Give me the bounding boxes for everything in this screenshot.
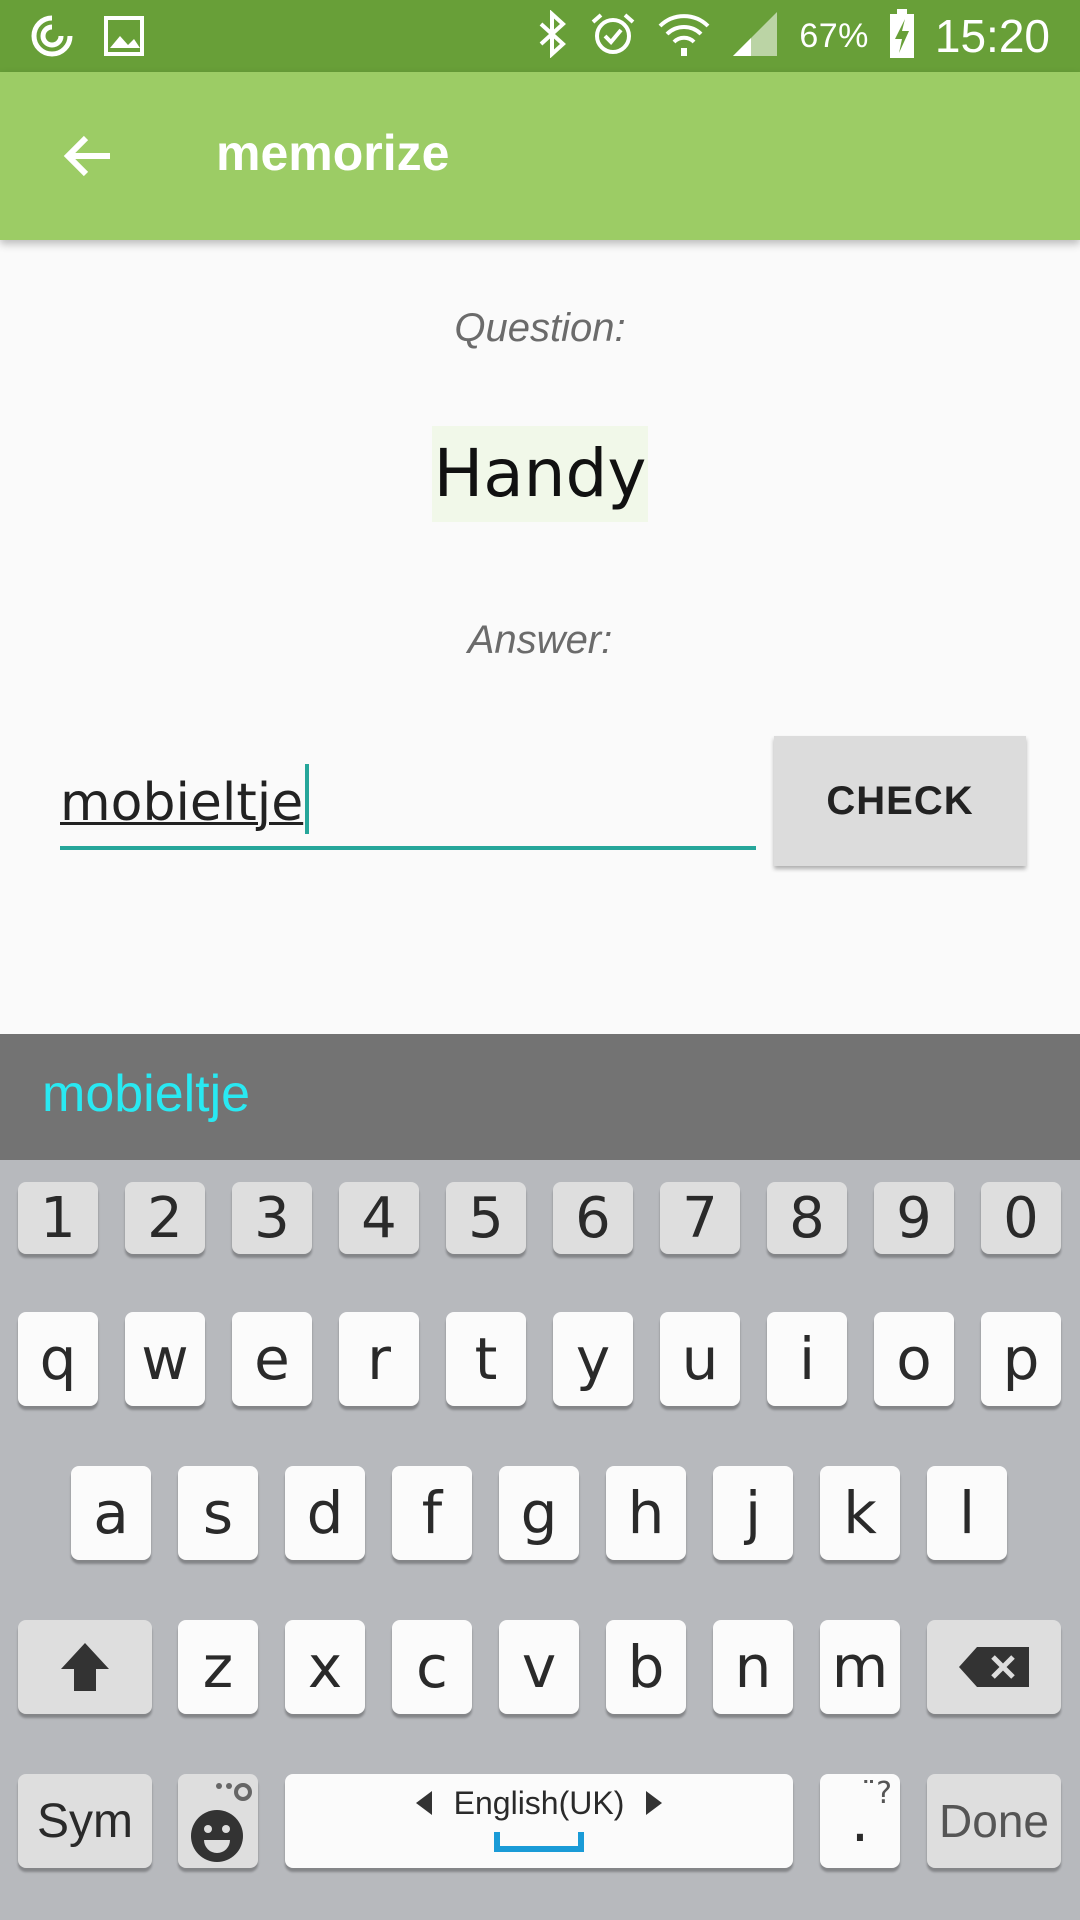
status-bar: 67% 15:20: [0, 0, 1080, 72]
key-s[interactable]: s: [178, 1466, 258, 1560]
back-button[interactable]: [48, 116, 128, 196]
question-text: Handy: [431, 426, 649, 522]
key-o[interactable]: o: [874, 1312, 954, 1406]
key-0[interactable]: 0: [981, 1182, 1061, 1254]
right-arrow-icon: [646, 1791, 663, 1815]
key-j[interactable]: j: [713, 1466, 793, 1560]
key-b[interactable]: b: [606, 1620, 686, 1714]
app-toolbar: memorize: [0, 72, 1080, 240]
backspace-key[interactable]: [927, 1620, 1061, 1714]
suggestion-bar: mobieltje: [0, 1034, 1080, 1160]
language-label: English(UK): [453, 1784, 625, 1821]
key-k[interactable]: k: [820, 1466, 900, 1560]
keyboard: 1 2 3 4 5 6 7 8 9 0 q w e r t y u i o p …: [0, 1160, 1080, 1920]
space-icon: [494, 1831, 584, 1852]
gallery-icon: [102, 14, 146, 62]
key-u[interactable]: u: [660, 1312, 740, 1406]
key-e[interactable]: e: [232, 1312, 312, 1406]
key-f[interactable]: f: [392, 1466, 472, 1560]
key-7[interactable]: 7: [660, 1182, 740, 1254]
text-caret: [305, 764, 310, 834]
wifi-icon: [657, 10, 711, 62]
key-2[interactable]: 2: [125, 1182, 205, 1254]
page-title: memorize: [216, 125, 450, 181]
period-key[interactable]: ¨? .: [820, 1774, 900, 1868]
alarm-icon: [589, 10, 637, 62]
key-z[interactable]: z: [178, 1620, 258, 1714]
key-4[interactable]: 4: [339, 1182, 419, 1254]
battery-percent: 67%: [799, 16, 869, 55]
emoji-key[interactable]: [178, 1774, 258, 1868]
key-p[interactable]: p: [981, 1312, 1061, 1406]
key-a[interactable]: a: [71, 1466, 151, 1560]
sync-icon: [28, 12, 76, 64]
key-v[interactable]: v: [499, 1620, 579, 1714]
key-i[interactable]: i: [767, 1312, 847, 1406]
shift-key[interactable]: [18, 1620, 152, 1714]
key-w[interactable]: w: [125, 1312, 205, 1406]
key-n[interactable]: n: [713, 1620, 793, 1714]
check-button[interactable]: CHECK: [774, 736, 1026, 866]
key-m[interactable]: m: [820, 1620, 900, 1714]
suggestion-item[interactable]: mobieltje: [42, 1064, 250, 1124]
key-r[interactable]: r: [339, 1312, 419, 1406]
sym-key[interactable]: Sym: [18, 1774, 152, 1868]
arrow-back-icon: [63, 135, 110, 177]
key-c[interactable]: c: [392, 1620, 472, 1714]
key-3[interactable]: 3: [232, 1182, 312, 1254]
bluetooth-icon: [535, 9, 569, 62]
key-1[interactable]: 1: [18, 1182, 98, 1254]
answer-input[interactable]: mobieltje: [60, 750, 756, 850]
key-5[interactable]: 5: [446, 1182, 526, 1254]
key-9[interactable]: 9: [874, 1182, 954, 1254]
key-d[interactable]: d: [285, 1466, 365, 1560]
left-arrow-icon: [415, 1791, 432, 1815]
answer-value: mobieltje: [60, 773, 304, 833]
done-key[interactable]: Done: [927, 1774, 1061, 1868]
key-q[interactable]: q: [18, 1312, 98, 1406]
emoji-settings-icon: [191, 1783, 252, 1862]
key-6[interactable]: 6: [553, 1182, 633, 1254]
period-alt-hint: ¨?: [861, 1776, 892, 1811]
key-l[interactable]: l: [927, 1466, 1007, 1560]
battery-charging-icon: [889, 9, 915, 63]
key-t[interactable]: t: [446, 1312, 526, 1406]
question-label: Question:: [454, 306, 626, 350]
key-g[interactable]: g: [499, 1466, 579, 1560]
shift-arrow-icon: [61, 1643, 109, 1691]
signal-icon: [731, 10, 779, 62]
key-y[interactable]: y: [553, 1312, 633, 1406]
space-key[interactable]: English(UK): [285, 1774, 793, 1868]
backspace-icon: [959, 1647, 1029, 1687]
key-8[interactable]: 8: [767, 1182, 847, 1254]
clock: 15:20: [934, 10, 1050, 62]
answer-label: Answer:: [467, 618, 613, 662]
key-h[interactable]: h: [606, 1466, 686, 1560]
key-x[interactable]: x: [285, 1620, 365, 1714]
